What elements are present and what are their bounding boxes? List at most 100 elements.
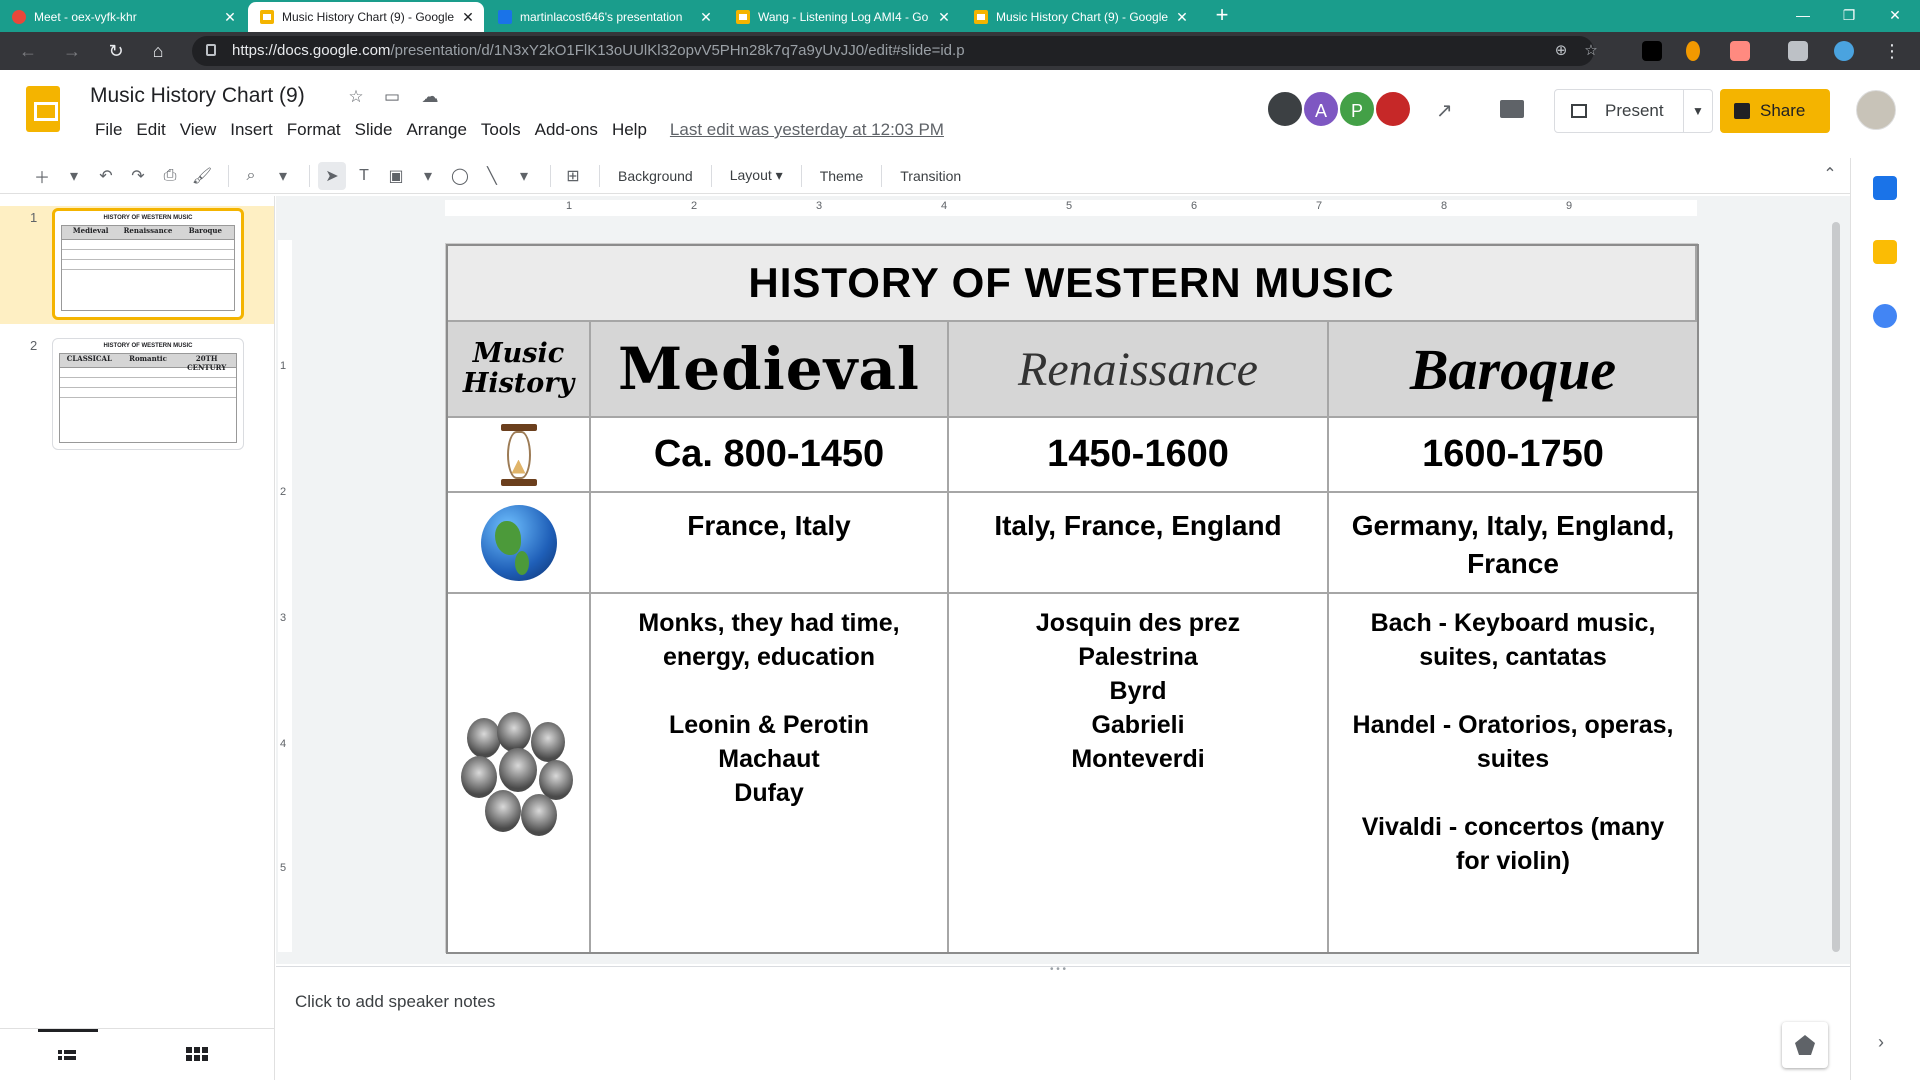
menu-tools[interactable]: Tools: [474, 118, 528, 144]
slide-thumbnail-2[interactable]: HISTORY OF WESTERN MUSIC CLASSICAL Roman…: [52, 338, 244, 450]
menu-slide[interactable]: Slide: [348, 118, 400, 144]
theme-button[interactable]: Theme: [810, 168, 874, 184]
tasks-icon[interactable]: [1873, 304, 1897, 328]
dates-cell[interactable]: Ca. 800-1450: [591, 418, 949, 493]
collaborator-avatar[interactable]: [1374, 90, 1412, 128]
people-cell[interactable]: Bach - Keyboard music, suites, cantatas …: [1329, 594, 1697, 952]
row-label-cell[interactable]: Music History: [448, 322, 591, 418]
shape-icon[interactable]: ◯: [446, 162, 474, 190]
dates-cell[interactable]: 1450-1600: [949, 418, 1329, 493]
vertical-ruler[interactable]: 1 2 3 4 5: [278, 240, 292, 952]
keep-icon[interactable]: [1873, 240, 1897, 264]
places-icon-cell[interactable]: [448, 493, 591, 594]
layout-button[interactable]: Layout ▾: [720, 167, 793, 184]
back-button[interactable]: ←: [16, 39, 40, 63]
new-slide-icon[interactable]: ＋: [28, 162, 56, 190]
browser-tab-music-history[interactable]: Music History Chart (9) - Google ✕: [248, 2, 484, 32]
menu-arrange[interactable]: Arrange: [399, 118, 473, 144]
list-view-icon[interactable]: [38, 1029, 98, 1079]
browser-tab-meet[interactable]: Meet - oex-vyfk-khr ✕: [0, 2, 246, 32]
speaker-notes-panel[interactable]: [276, 966, 1850, 1080]
address-bar[interactable]: https://docs.google.com/presentation/d/1…: [192, 36, 1598, 66]
insert-image-icon[interactable]: ▣: [382, 162, 410, 190]
line-icon[interactable]: ╲: [478, 162, 506, 190]
star-icon[interactable]: ☆: [345, 86, 367, 108]
present-dropdown-icon[interactable]: ▼: [1683, 89, 1713, 133]
last-edit-link[interactable]: Last edit was yesterday at 12:03 PM: [670, 118, 944, 144]
collaborator-avatar[interactable]: [1266, 90, 1304, 128]
reload-button[interactable]: ↻: [104, 39, 128, 63]
menu-format[interactable]: Format: [280, 118, 348, 144]
image-dropdown-icon[interactable]: ▾: [414, 162, 442, 190]
move-folder-icon[interactable]: ▭: [381, 86, 403, 108]
slide-thumbnail-1[interactable]: HISTORY OF WESTERN MUSIC Medieval Renais…: [52, 208, 244, 320]
paint-format-icon[interactable]: 🖌: [188, 162, 216, 190]
minimize-button[interactable]: —: [1780, 0, 1826, 30]
menu-insert[interactable]: Insert: [223, 118, 280, 144]
close-tab-icon[interactable]: ✕: [936, 9, 952, 26]
menu-edit[interactable]: Edit: [129, 118, 172, 144]
user-avatar[interactable]: [1856, 90, 1896, 130]
slides-logo-icon[interactable]: [26, 86, 60, 132]
period-header-baroque[interactable]: Baroque: [1329, 322, 1697, 418]
close-tab-icon[interactable]: ✕: [698, 9, 714, 26]
canvas-scrollbar[interactable]: [1832, 222, 1840, 952]
dates-cell[interactable]: 1600-1750: [1329, 418, 1697, 493]
places-cell[interactable]: Italy, France, England: [949, 493, 1329, 594]
activity-dashboard-icon[interactable]: ↗: [1436, 98, 1464, 122]
close-window-button[interactable]: ✕: [1872, 0, 1918, 30]
dates-icon-cell[interactable]: [448, 418, 591, 493]
add-comment-icon[interactable]: ⊞: [559, 162, 587, 190]
collapse-chevron-icon[interactable]: ⌃: [1818, 164, 1842, 188]
grid-view-icon[interactable]: [186, 1047, 208, 1063]
extension-icon[interactable]: [1730, 41, 1750, 61]
profile-icon[interactable]: [1834, 41, 1854, 61]
present-button[interactable]: Present: [1554, 89, 1684, 133]
speaker-notes-placeholder[interactable]: Click to add speaker notes: [295, 992, 495, 1012]
places-cell[interactable]: France, Italy: [591, 493, 949, 594]
undo-icon[interactable]: ↶: [92, 162, 120, 190]
browser-tab-presentation[interactable]: martinlacost646's presentation ✕: [486, 2, 722, 32]
new-tab-button[interactable]: +: [1210, 4, 1234, 28]
browser-tab-listening-log[interactable]: Wang - Listening Log AMI4 - Go ✕: [724, 2, 960, 32]
slide-title[interactable]: HISTORY OF WESTERN MUSIC: [448, 246, 1697, 322]
notes-resize-handle[interactable]: • • •: [1050, 965, 1074, 975]
transition-button[interactable]: Transition: [890, 168, 971, 184]
calendar-icon[interactable]: [1873, 176, 1897, 200]
cloud-saved-icon[interactable]: ☁: [419, 86, 441, 108]
bookmark-star-icon[interactable]: ☆: [1582, 42, 1600, 60]
slide[interactable]: HISTORY OF WESTERN MUSIC Music History M…: [445, 243, 1699, 954]
menu-add-ons[interactable]: Add-ons: [528, 118, 605, 144]
zoom-icon[interactable]: ⌕: [237, 162, 265, 190]
menu-view[interactable]: View: [173, 118, 224, 144]
browser-menu-icon[interactable]: ⋮: [1880, 39, 1904, 63]
text-box-icon[interactable]: T: [350, 162, 378, 190]
collaborator-avatar[interactable]: A: [1302, 90, 1340, 128]
period-header-renaissance[interactable]: Renaissance: [949, 322, 1329, 418]
background-button[interactable]: Background: [608, 168, 703, 184]
forward-button[interactable]: →: [60, 39, 84, 63]
document-title[interactable]: Music History Chart (9): [90, 84, 305, 108]
close-tab-icon[interactable]: ✕: [460, 9, 476, 26]
comment-history-icon[interactable]: [1498, 98, 1526, 122]
menu-file[interactable]: File: [88, 118, 129, 144]
select-cursor-icon[interactable]: ➤: [318, 161, 346, 190]
expand-panel-chevron-icon[interactable]: ›: [1878, 1032, 1894, 1056]
period-header-medieval[interactable]: Medieval: [591, 322, 949, 418]
close-tab-icon[interactable]: ✕: [222, 9, 238, 26]
new-slide-dropdown-icon[interactable]: ▾: [60, 162, 88, 190]
people-cell[interactable]: Josquin des prez Palestrina Byrd Gabriel…: [949, 594, 1329, 952]
close-tab-icon[interactable]: ✕: [1174, 9, 1190, 26]
horizontal-ruler[interactable]: 1 2 3 4 5 6 7 8 9: [445, 200, 1697, 216]
music-history-table[interactable]: HISTORY OF WESTERN MUSIC Music History M…: [446, 244, 1699, 954]
extensions-puzzle-icon[interactable]: [1788, 41, 1808, 61]
browser-tab-music-history-2[interactable]: Music History Chart (9) - Google ✕: [962, 2, 1198, 32]
people-icon-cell[interactable]: [448, 594, 591, 952]
home-button[interactable]: ⌂: [146, 39, 170, 63]
extension-icon[interactable]: [1686, 41, 1700, 61]
people-cell[interactable]: Monks, they had time, energy, education …: [591, 594, 949, 952]
collaborator-avatar[interactable]: P: [1338, 90, 1376, 128]
share-button[interactable]: Share: [1720, 89, 1830, 133]
places-cell[interactable]: Germany, Italy, England, France: [1329, 493, 1697, 594]
line-dropdown-icon[interactable]: ▾: [510, 162, 538, 190]
